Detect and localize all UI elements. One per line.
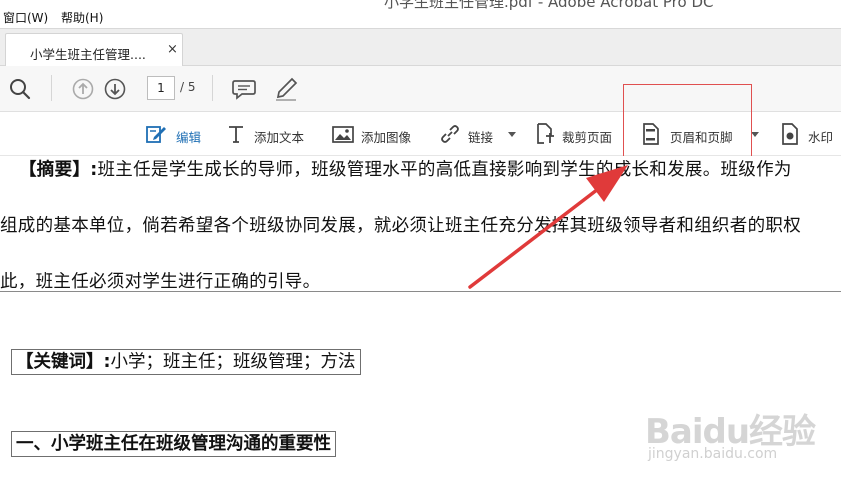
link-icon bbox=[441, 125, 459, 143]
tab-bar: 小学生班主任管理.... × bbox=[0, 28, 841, 67]
page-divider bbox=[0, 291, 841, 292]
watermark-icon bbox=[782, 123, 798, 145]
watermark-label: 水印 bbox=[808, 130, 834, 145]
text-icon bbox=[229, 126, 243, 143]
menu-bar: 小学生班主任管理.pdf - Adobe Acrobat Pro DC 窗口(W… bbox=[0, 0, 841, 28]
page-number-input[interactable]: 1 bbox=[147, 76, 175, 100]
crop-pages-label: 裁剪页面 bbox=[562, 130, 613, 145]
document-tab[interactable]: 小学生班主任管理.... × bbox=[5, 33, 183, 67]
tab-label: 小学生班主任管理.... bbox=[30, 47, 146, 62]
document-page: 【摘要】:班主任是学生成长的导师，班级管理水平的高低直接影响到学生的成长和发展。… bbox=[0, 156, 841, 488]
header-footer-button[interactable]: 页眉和页脚 bbox=[640, 122, 744, 146]
crop-pages-button[interactable]: 裁剪页面 bbox=[533, 122, 623, 146]
menu-window[interactable]: 窗口(W) bbox=[3, 9, 48, 26]
prev-page-icon[interactable] bbox=[71, 77, 95, 101]
crop-page-icon bbox=[537, 123, 554, 144]
edit-button[interactable]: 编辑 bbox=[144, 122, 206, 146]
abstract-text-1: 班主任是学生成长的导师，班级管理水平的高低直接影响到学生的成长和发展。班级作为 bbox=[97, 160, 792, 180]
add-text-button[interactable]: 添加文本 bbox=[226, 122, 316, 146]
toolbar-divider bbox=[212, 75, 213, 101]
header-footer-dropdown-icon[interactable] bbox=[751, 132, 759, 137]
watermark-button[interactable]: 水印 bbox=[779, 122, 841, 146]
edit-label: 编辑 bbox=[176, 130, 202, 145]
comment-icon[interactable] bbox=[231, 77, 257, 101]
edit-icon bbox=[146, 126, 166, 143]
section-heading-1: 一、小学班主任在班级管理沟通的重要性 bbox=[11, 431, 336, 457]
main-toolbar: 1 / 5 bbox=[0, 66, 841, 112]
add-image-label: 添加图像 bbox=[361, 130, 412, 145]
sign-icon[interactable] bbox=[273, 76, 299, 102]
add-image-button[interactable]: 添加图像 bbox=[331, 122, 423, 146]
keywords-text: 小学；班主任；班级管理；方法 bbox=[110, 352, 356, 372]
edit-toolbar: 编辑 添加文本 添加图像 链接 裁剪页面 页眉和页脚 水印 bbox=[0, 112, 841, 156]
abstract-text-3: 此，班主任必须对学生进行正确的引导。 bbox=[0, 272, 321, 292]
search-icon[interactable] bbox=[8, 77, 32, 101]
close-icon[interactable]: × bbox=[167, 42, 178, 57]
page-total: / 5 bbox=[180, 80, 196, 94]
abstract-line: 【摘要】:班主任是学生成长的导师，班级管理水平的高低直接影响到学生的成长和发展。… bbox=[19, 156, 792, 181]
link-label: 链接 bbox=[468, 130, 494, 145]
next-page-icon[interactable] bbox=[103, 77, 127, 101]
abstract-text-2: 组成的基本单位，倘若希望各个班级协同发展，就必须让班主任充分发挥其班级领导者和组… bbox=[0, 216, 801, 236]
add-text-label: 添加文本 bbox=[254, 130, 305, 145]
header-footer-label: 页眉和页脚 bbox=[670, 130, 733, 145]
link-button[interactable]: 链接 bbox=[438, 122, 502, 146]
toolbar-divider bbox=[51, 75, 52, 101]
image-icon bbox=[332, 126, 354, 143]
keywords-label: 【关键词】: bbox=[16, 352, 111, 372]
abstract-label: 【摘要】: bbox=[19, 160, 98, 180]
link-dropdown-icon[interactable] bbox=[508, 132, 516, 137]
window-title: 小学生班主任管理.pdf - Adobe Acrobat Pro DC bbox=[384, 0, 714, 11]
header-footer-icon bbox=[643, 123, 659, 145]
keywords-line: 【关键词】:小学；班主任；班级管理；方法 bbox=[11, 349, 361, 375]
menu-help[interactable]: 帮助(H) bbox=[61, 9, 103, 26]
